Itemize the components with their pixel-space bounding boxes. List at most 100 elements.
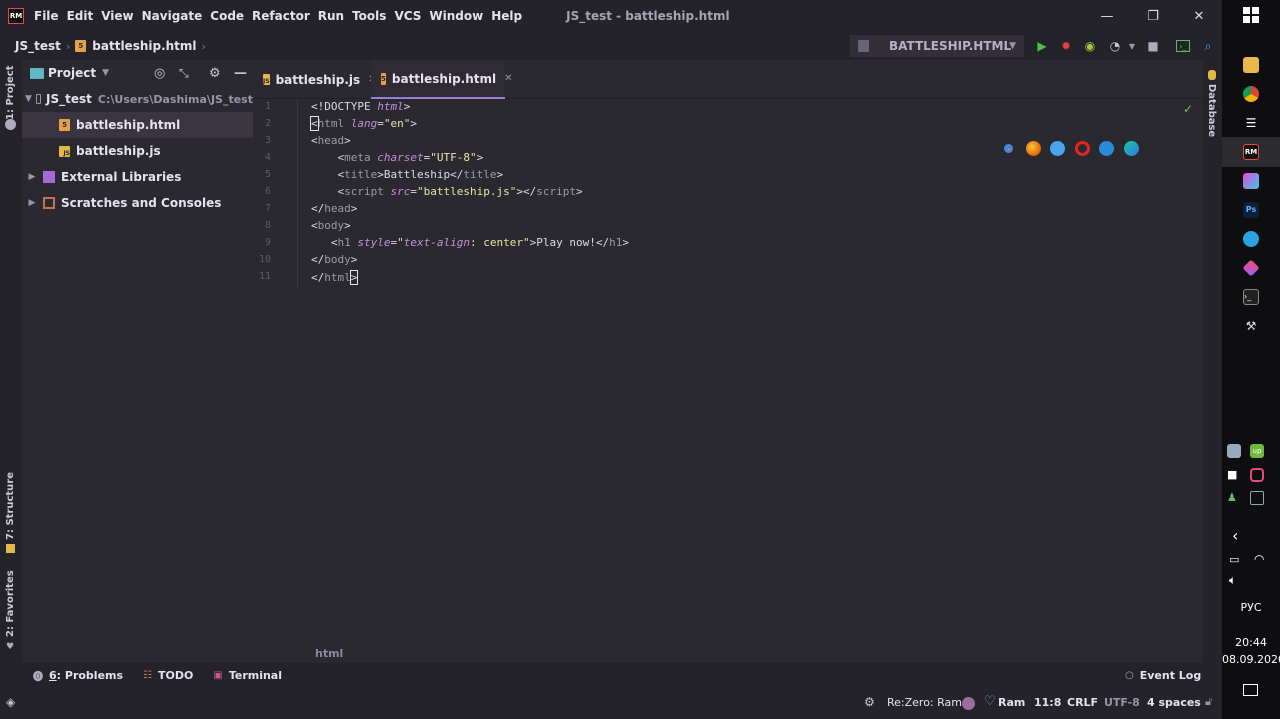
file-encoding[interactable]: UTF-8: [1104, 696, 1140, 709]
menu-edit[interactable]: Edit: [67, 9, 94, 23]
chevron-right-icon[interactable]: ▶: [25, 198, 39, 208]
notification-icon[interactable]: [1243, 684, 1258, 696]
ram-status[interactable]: Ram: [998, 696, 1025, 709]
tree-row-project-root[interactable]: ▼ JS_test C:\Users\Dashima\JS_test: [22, 86, 253, 112]
opera-icon[interactable]: [1074, 141, 1090, 156]
breadcrumb-file[interactable]: battleship.html: [92, 39, 196, 53]
tree-row-scratches[interactable]: ▶ Scratches and Consoles: [22, 190, 253, 216]
upwork-icon[interactable]: up: [1250, 444, 1264, 458]
indent-setting[interactable]: 4 spaces: [1147, 696, 1201, 709]
gear-icon[interactable]: ⚙: [209, 66, 221, 81]
database-tool-tab[interactable]: Database: [1206, 84, 1217, 137]
app-icon[interactable]: [1243, 173, 1259, 189]
debug-icon[interactable]: ✹: [1058, 38, 1074, 54]
line-number: 8: [264, 220, 271, 231]
safari-icon[interactable]: [1050, 141, 1065, 156]
language-indicator[interactable]: РУС: [1222, 601, 1280, 614]
clock-date[interactable]: 08.09.2020: [1222, 653, 1280, 666]
tree-row-external-libraries[interactable]: ▶ External Libraries: [22, 164, 253, 190]
terminal-tool-button[interactable]: ▣ Terminal: [213, 669, 282, 682]
photoshop-icon[interactable]: Ps: [1243, 202, 1259, 218]
battery-icon[interactable]: ▭: [1229, 553, 1239, 566]
chrome-icon[interactable]: [1001, 141, 1016, 156]
chrome-taskbar-icon[interactable]: [1243, 86, 1259, 102]
project-tool-tab[interactable]: 1: Project: [5, 66, 16, 121]
menu-help[interactable]: Help: [491, 9, 522, 23]
locate-icon[interactable]: ◎: [154, 66, 165, 81]
menu-refactor[interactable]: Refactor: [252, 9, 310, 23]
chevron-right-icon[interactable]: ▶: [25, 172, 39, 182]
minimize-button[interactable]: —: [1084, 0, 1130, 32]
chevron-left-icon[interactable]: ‹: [1232, 526, 1238, 545]
tray-bin-icon[interactable]: [1250, 491, 1264, 505]
theme-icon[interactable]: ⚙: [864, 695, 875, 709]
chevron-down-icon[interactable]: ▼: [102, 68, 109, 78]
windows-start-icon[interactable]: [1243, 7, 1259, 23]
close-button[interactable]: ✕: [1176, 0, 1222, 32]
problems-tool-button[interactable]: ⓿ 6: Problems: [33, 668, 123, 683]
theme-status[interactable]: Re:Zero: Ram: [887, 696, 962, 709]
breadcrumb-project[interactable]: JS_test: [15, 39, 61, 53]
close-icon[interactable]: ✕: [504, 73, 512, 84]
database-icon[interactable]: [1208, 70, 1216, 80]
terminal-taskbar-icon[interactable]: ›_: [1243, 289, 1259, 305]
instagram-icon[interactable]: [1250, 468, 1264, 482]
profile-icon[interactable]: ◔: [1107, 38, 1123, 54]
tool-icon[interactable]: ⚒: [1243, 318, 1259, 334]
menu-file[interactable]: File: [34, 9, 59, 23]
event-log-button[interactable]: ○ Event Log: [1125, 669, 1201, 682]
project-tool-icon[interactable]: [5, 119, 16, 130]
search-icon[interactable]: ⌕: [1200, 38, 1216, 54]
todo-tool-button[interactable]: ☷ TODO: [143, 669, 193, 682]
clock-time[interactable]: 20:44: [1222, 636, 1280, 649]
inspection-ok-icon[interactable]: ✓: [1183, 102, 1193, 116]
code-editor[interactable]: 1 2 3 4 5 6 7 8 9 10 11 <!DOCTYPE html> …: [253, 99, 1203, 663]
rubymine-taskbar-icon[interactable]: RM: [1243, 144, 1259, 160]
structure-tool-tab[interactable]: 7: Structure: [5, 472, 16, 540]
telegram-icon[interactable]: [1243, 231, 1259, 247]
favorites-tool-tab[interactable]: 2: Favorites: [5, 570, 16, 637]
coverage-icon[interactable]: ◉: [1082, 38, 1098, 54]
structure-icon[interactable]: [6, 544, 15, 553]
chevron-down-icon[interactable]: ▼: [1124, 38, 1140, 54]
menu-navigate[interactable]: Navigate: [142, 9, 203, 23]
tree-row-battleship-html[interactable]: 5 battleship.html: [22, 112, 253, 138]
windows-taskbar: ☰ RM Ps ›_ ⚒ up ■ ♟ ‹ ▭ ◠ 🔈︎ РУС 20:44 0…: [1222, 0, 1280, 719]
restore-button[interactable]: ❐: [1130, 0, 1176, 32]
layers-icon[interactable]: ◈: [6, 695, 15, 709]
tray-app-icon[interactable]: [1227, 444, 1241, 458]
app-diamond-icon[interactable]: [1242, 259, 1260, 277]
avatar[interactable]: [962, 697, 975, 710]
volume-icon[interactable]: 🔈︎: [1229, 573, 1236, 588]
menu-window[interactable]: Window: [429, 9, 483, 23]
stop-icon[interactable]: ■: [1145, 38, 1161, 54]
chevron-down-icon[interactable]: ▼: [25, 94, 32, 104]
hide-panel-icon[interactable]: —: [234, 66, 247, 81]
lock-icon[interactable]: 🔓︎: [1205, 695, 1212, 709]
internet-explorer-icon[interactable]: [1099, 141, 1114, 156]
cursor-position[interactable]: 11:8: [1034, 696, 1061, 709]
tree-row-battleship-js[interactable]: JS battleship.js: [22, 138, 253, 164]
menu-tools[interactable]: Tools: [352, 9, 386, 23]
settings-sliders-icon[interactable]: ☰: [1243, 115, 1259, 131]
tray-chat-icon[interactable]: ■: [1227, 468, 1241, 482]
firefox-icon[interactable]: [1025, 141, 1041, 156]
run-config-selector[interactable]: BATTLESHIP.HTML ▼: [850, 35, 1024, 57]
menu-code[interactable]: Code: [210, 9, 244, 23]
run-icon[interactable]: ▶: [1034, 38, 1050, 54]
tab-battleship-js[interactable]: JS battleship.js ✕: [253, 60, 377, 99]
collapse-icon[interactable]: ⤡: [179, 66, 189, 81]
tab-battleship-html[interactable]: 5 battleship.html ✕: [371, 60, 513, 99]
menu-run[interactable]: Run: [318, 9, 344, 23]
line-separator[interactable]: CRLF: [1067, 696, 1098, 709]
edge-icon[interactable]: [1123, 141, 1139, 156]
menu-view[interactable]: View: [101, 9, 133, 23]
heart-icon[interactable]: ♥: [6, 642, 14, 652]
editor-breadcrumb[interactable]: html: [315, 647, 343, 660]
tray-person-icon[interactable]: ♟: [1227, 491, 1241, 505]
terminal-run-icon[interactable]: ›_: [1176, 40, 1190, 52]
menu-vcs[interactable]: VCS: [394, 9, 421, 23]
file-explorer-icon[interactable]: [1243, 57, 1259, 73]
project-panel-title[interactable]: Project: [48, 66, 96, 80]
wifi-icon[interactable]: ◠: [1254, 552, 1264, 566]
